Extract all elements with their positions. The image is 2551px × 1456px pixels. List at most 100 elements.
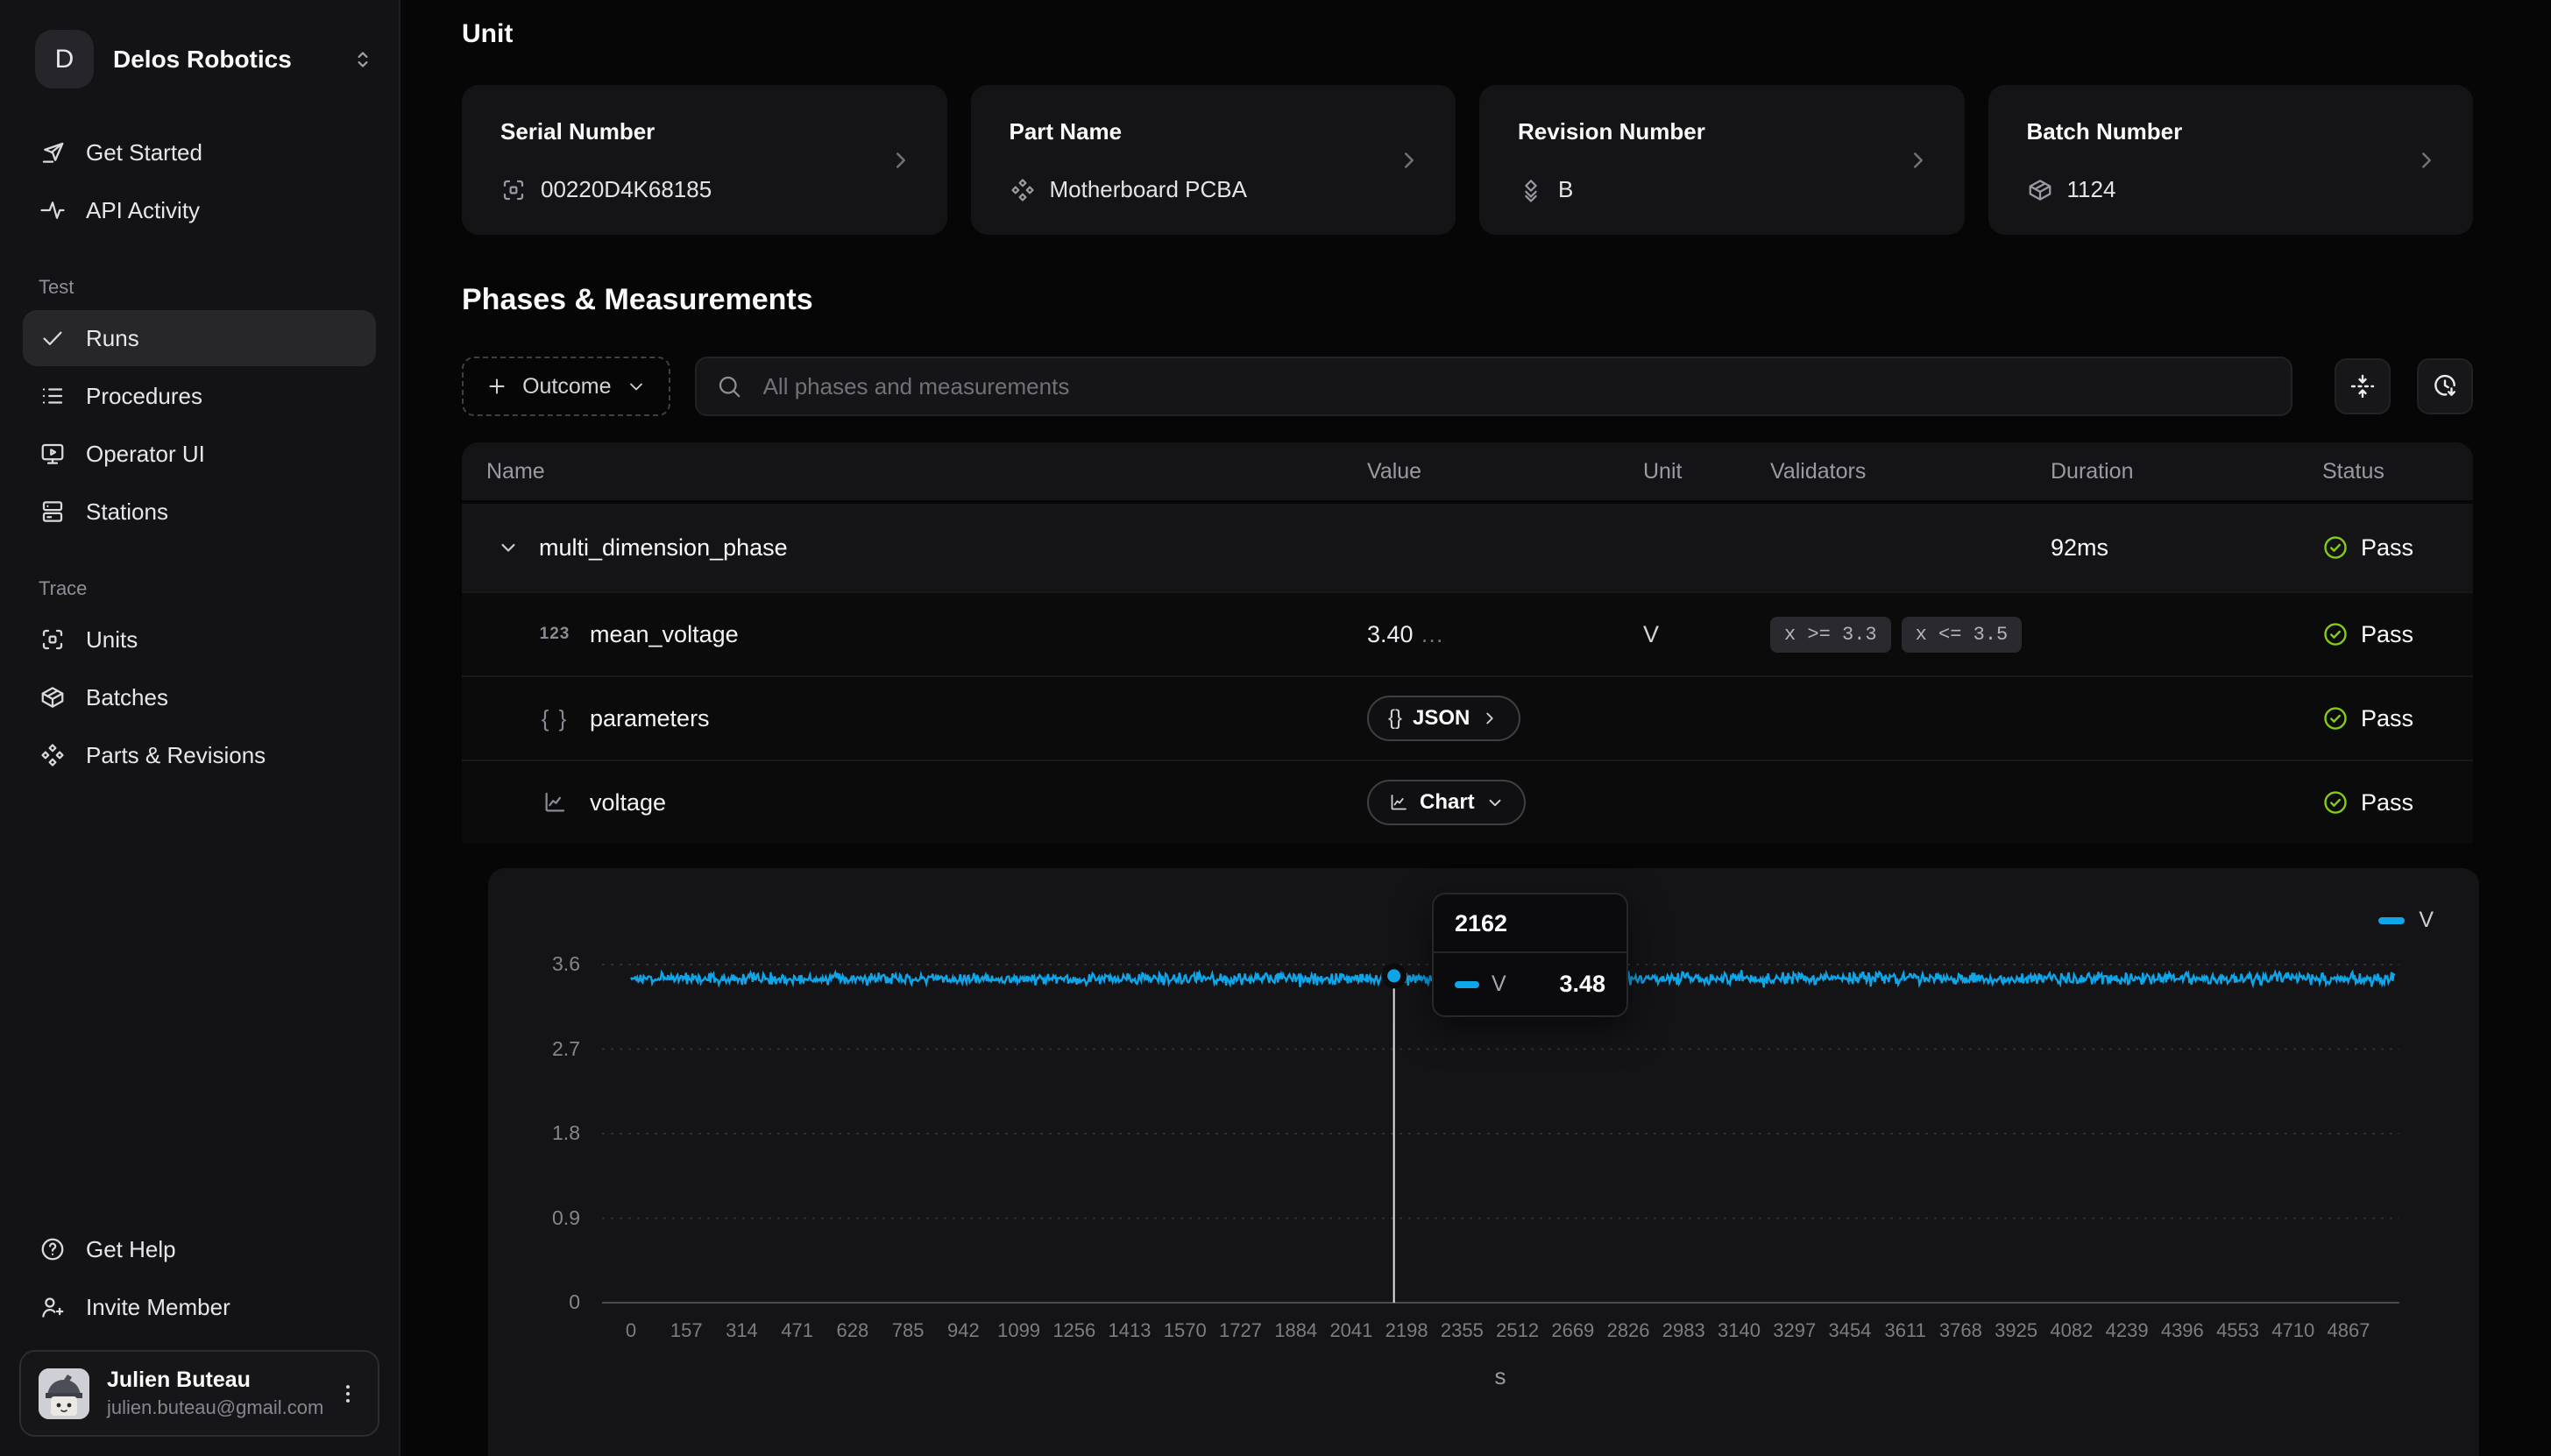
col-validators: Validators (1770, 459, 2051, 484)
sidebar-section-trace: Trace (39, 577, 399, 600)
sidebar-item-procedures[interactable]: Procedures (23, 368, 376, 424)
unit-card-revision-number[interactable]: Revision Number B (1479, 85, 1965, 235)
validator-chip: x <= 3.5 (1902, 617, 2023, 653)
clock-history-icon (2431, 372, 2459, 400)
history-button[interactable] (2417, 358, 2473, 414)
card-value: 00220D4K68185 (500, 176, 712, 203)
user-name: Julien Buteau (107, 1368, 318, 1393)
list-icon (39, 382, 67, 410)
voltage-chart-panel[interactable]: 3.62.71.80.90 01573144716287859421099125… (488, 868, 2479, 1456)
table-header: Name Value Unit Validators Duration Stat… (462, 442, 2473, 504)
measurement-name: mean_voltage (590, 621, 739, 648)
kebab-menu-icon[interactable] (336, 1382, 360, 1406)
sidebar-item-units[interactable]: Units (23, 611, 376, 668)
chart-line-icon (537, 789, 572, 816)
sidebar-item-api-activity[interactable]: API Activity (23, 182, 376, 238)
scan-icon (39, 626, 67, 654)
tooltip-series-label: V (1492, 972, 1506, 997)
measurement-unit: V (1643, 621, 1770, 648)
chevron-right-icon (1480, 709, 1499, 728)
table-row-voltage[interactable]: voltage Chart Pass (462, 760, 2473, 844)
unit-card-batch-number[interactable]: Batch Number 1124 (1988, 85, 2474, 235)
x-axis-title: s (1465, 1363, 1535, 1390)
chart-tooltip: 2162 V 3.48 (1432, 893, 1628, 1017)
chart-pill-button[interactable]: Chart (1367, 780, 1526, 825)
table-row-parameters[interactable]: { } parameters {} JSON Pass (462, 675, 2473, 760)
validator-chip: x >= 3.3 (1770, 617, 1891, 653)
sidebar-item-label: Parts & Revisions (86, 742, 266, 769)
sidebar-item-operator-ui[interactable]: Operator UI (23, 426, 376, 482)
sidebar-item-label: Operator UI (86, 441, 205, 468)
monitor-icon (39, 440, 67, 468)
phases-section-title: Phases & Measurements (462, 283, 813, 317)
user-card[interactable]: Julien Buteau julien.buteau@gmail.com (19, 1350, 379, 1437)
col-name: Name (462, 459, 1367, 484)
y-tick-label: 0.9 (488, 1206, 580, 1230)
col-status: Status (2322, 459, 2473, 484)
sidebar-nav: Get Started API Activity Test Runs Proce (0, 124, 399, 784)
status-badge: Pass (2322, 621, 2473, 648)
circle-check-icon (2322, 621, 2349, 647)
col-duration: Duration (2051, 459, 2322, 484)
sidebar-item-label: Procedures (86, 383, 202, 410)
page-title: Unit (462, 19, 513, 49)
y-tick-label: 0 (488, 1290, 580, 1314)
col-value: Value (1367, 459, 1643, 484)
measurement-name: voltage (590, 789, 666, 816)
outcome-filter-button[interactable]: Outcome (462, 357, 670, 416)
search-input[interactable] (695, 357, 2293, 416)
app-window: D Delos Robotics Get Started API Activit… (0, 0, 2551, 1456)
org-logo: D (35, 30, 94, 88)
col-unit: Unit (1643, 459, 1770, 484)
legend-label: V (2419, 908, 2434, 933)
sidebar-item-stations[interactable]: Stations (23, 484, 376, 540)
search-wrap (695, 357, 2293, 416)
sidebar-section-test: Test (39, 276, 399, 299)
avatar (39, 1368, 89, 1419)
chevron-down-icon[interactable] (495, 535, 521, 560)
user-meta: Julien Buteau julien.buteau@gmail.com (107, 1368, 318, 1419)
sidebar-item-invite-member[interactable]: Invite Member (23, 1279, 376, 1335)
y-tick-label: 1.8 (488, 1121, 580, 1145)
status-badge: Pass (2322, 534, 2473, 562)
sidebar-item-batches[interactable]: Batches (23, 669, 376, 725)
hover-point (1385, 966, 1404, 986)
unit-card-serial-number[interactable]: Serial Number 00220D4K68185 (462, 85, 947, 235)
sidebar-item-parts-revisions[interactable]: Parts & Revisions (23, 727, 376, 783)
chevron-right-icon (1905, 147, 1931, 173)
table-row-phase[interactable]: multi_dimension_phase 92ms Pass (462, 504, 2473, 591)
phases-table: Name Value Unit Validators Duration Stat… (462, 442, 2473, 844)
status-badge: Pass (2322, 789, 2473, 816)
card-label: Serial Number (500, 118, 909, 145)
circle-check-icon (2322, 705, 2349, 732)
org-switcher[interactable]: D Delos Robotics (35, 30, 376, 88)
json-pill-button[interactable]: {} JSON (1367, 696, 1520, 741)
unit-card-part-name[interactable]: Part Name Motherboard PCBA (971, 85, 1456, 235)
braces-icon: {} (1388, 706, 1402, 731)
part-name-value: Motherboard PCBA (1050, 176, 1247, 203)
sidebar-item-get-help[interactable]: Get Help (23, 1221, 376, 1277)
chevron-right-icon (1396, 147, 1422, 173)
value-ellipsis: … (1421, 621, 1444, 647)
y-tick-label: 2.7 (488, 1037, 580, 1061)
paper-plane-icon (39, 138, 67, 166)
card-value: B (1518, 176, 1573, 203)
sidebar-item-label: Stations (86, 498, 168, 526)
help-icon (39, 1235, 67, 1263)
serial-number-value: 00220D4K68185 (541, 176, 712, 203)
revision-number-value: B (1558, 176, 1573, 203)
collapse-rows-button[interactable] (2335, 358, 2391, 414)
sidebar-item-runs[interactable]: Runs (23, 310, 376, 366)
activity-icon (39, 196, 67, 224)
revision-layers-icon (1518, 177, 1544, 203)
outcome-filter-label: Outcome (522, 374, 611, 399)
stations-icon (39, 498, 67, 526)
table-row-mean-voltage[interactable]: 123 mean_voltage 3.40… V x >= 3.3 x <= 3… (462, 591, 2473, 675)
validators: x >= 3.3 x <= 3.5 (1770, 617, 2051, 653)
circle-check-icon (2322, 534, 2349, 561)
measurement-value: 3.40 (1367, 621, 1414, 647)
check-icon (39, 324, 67, 352)
phase-duration: 92ms (2051, 534, 2322, 562)
sidebar-item-get-started[interactable]: Get Started (23, 124, 376, 180)
tooltip-value: 3.48 (1559, 971, 1605, 998)
